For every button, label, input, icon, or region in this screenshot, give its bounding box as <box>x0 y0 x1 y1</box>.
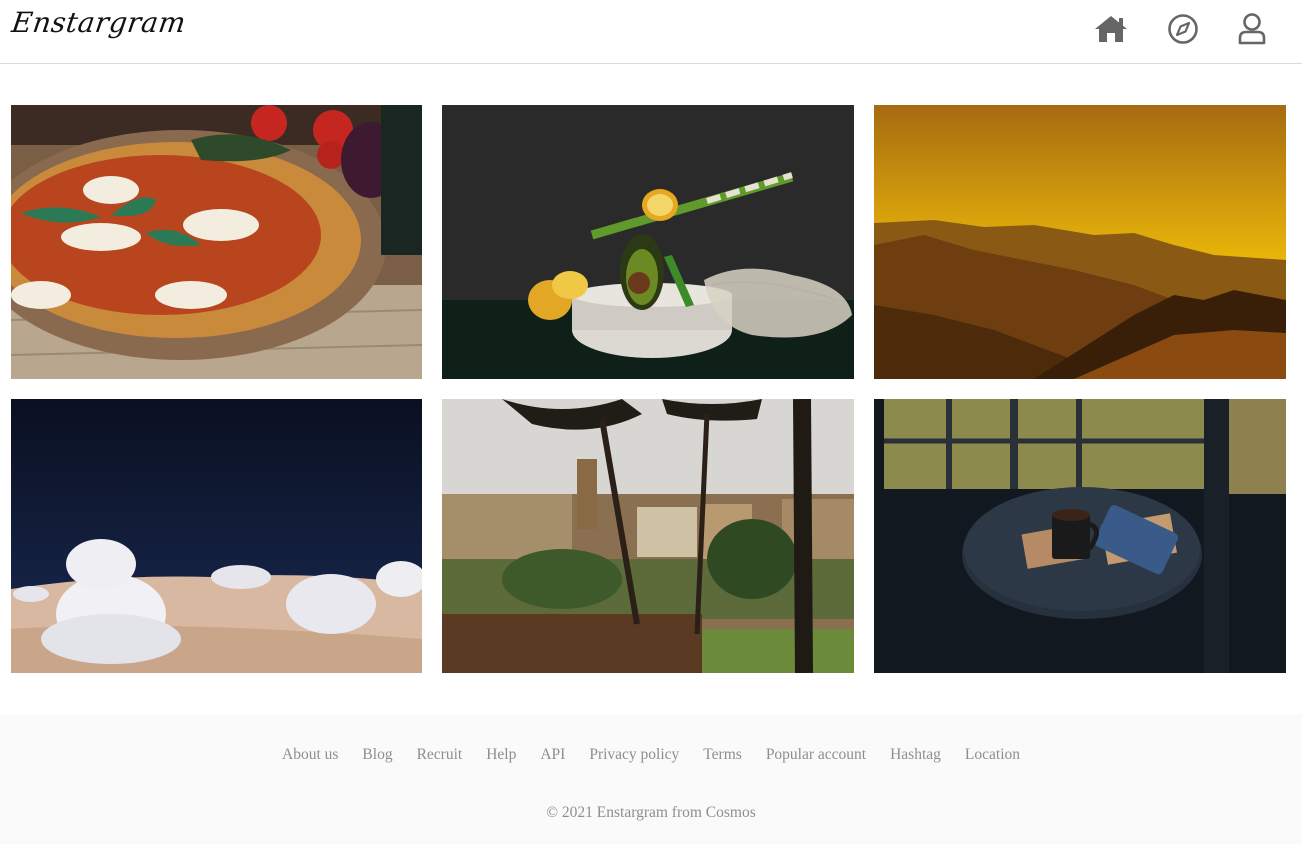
footer-link-terms[interactable]: Terms <box>703 746 742 764</box>
footer-link-blog[interactable]: Blog <box>362 746 392 764</box>
home-icon[interactable] <box>1092 10 1130 48</box>
footer-link-location[interactable]: Location <box>965 746 1020 764</box>
app-logo[interactable]: Enstargram <box>10 6 188 39</box>
footer-link-hashtag[interactable]: Hashtag <box>890 746 941 764</box>
user-icon[interactable] <box>1233 10 1271 48</box>
compass-icon[interactable] <box>1164 10 1202 48</box>
post-thumbnail[interactable] <box>11 399 422 673</box>
footer-link-privacy-policy[interactable]: Privacy policy <box>589 746 679 764</box>
footer-link-api[interactable]: API <box>540 746 565 764</box>
footer-link-help[interactable]: Help <box>486 746 516 764</box>
footer-link-about-us[interactable]: About us <box>282 746 338 764</box>
footer-link-popular-account[interactable]: Popular account <box>766 746 866 764</box>
post-thumbnail[interactable] <box>11 105 422 379</box>
post-thumbnail[interactable] <box>874 105 1286 379</box>
post-thumbnail[interactable] <box>874 399 1286 673</box>
footer: About us Blog Recruit Help API Privacy p… <box>0 714 1302 844</box>
post-thumbnail[interactable] <box>442 105 854 379</box>
top-nav-bar: Enstargram <box>0 0 1302 64</box>
post-grid <box>11 105 1286 673</box>
copyright-text: © 2021 Enstargram from Cosmos <box>546 804 756 821</box>
footer-links: About us Blog Recruit Help API Privacy p… <box>0 746 1302 764</box>
footer-link-recruit[interactable]: Recruit <box>417 746 463 764</box>
post-thumbnail[interactable] <box>442 399 854 673</box>
